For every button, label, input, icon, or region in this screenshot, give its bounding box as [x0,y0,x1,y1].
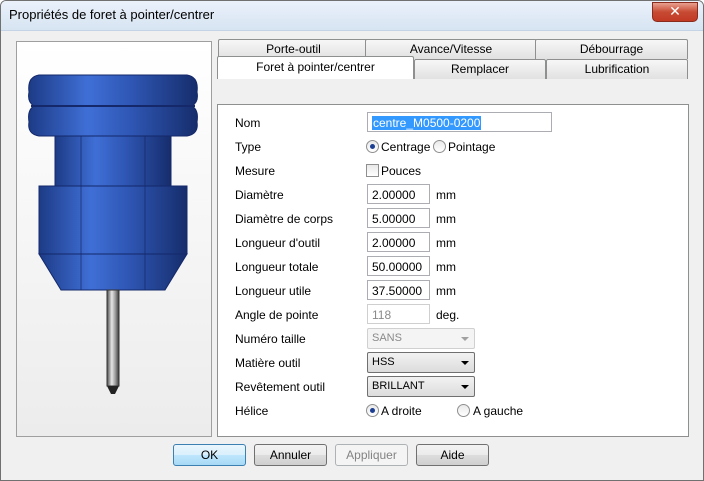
dialog-window: Propriétés de foret à pointer/centrer ✕ [0,0,704,481]
tool-coating-select[interactable]: BRILLANT [367,376,475,397]
chevron-down-icon [461,385,469,389]
tab-lubrification[interactable]: Lubrification [546,59,688,79]
helix-left-radio[interactable] [457,404,470,417]
useful-length-unit: mm [436,284,456,298]
tab-debourrage[interactable]: Débourrage [535,39,688,59]
helix-right-label: A droite [381,404,422,418]
tool-length-label: Longueur d'outil [235,236,321,250]
chevron-down-icon [461,361,469,365]
diameter-input[interactable]: 2.00000 [367,184,430,204]
tool-material-value: HSS [372,356,395,368]
tab-panel: Nom centre_M0500-0200 Type Centrage Poin… [217,104,689,437]
measure-inches-checkbox[interactable] [366,164,379,177]
help-button[interactable]: Aide [416,444,489,466]
ok-button[interactable]: OK [173,444,246,466]
useful-length-input[interactable]: 37.50000 [367,280,430,300]
close-button[interactable]: ✕ [652,2,698,22]
type-centrage-radio[interactable] [366,140,379,153]
type-label: Type [235,140,262,154]
body-diameter-input[interactable]: 5.00000 [367,208,430,228]
window-title: Propriétés de foret à pointer/centrer [9,7,215,22]
point-angle-label: Angle de pointe [235,308,319,322]
size-number-label: Numéro taille [235,332,306,346]
tool-coating-value: BRILLANT [372,380,425,392]
chevron-down-icon [461,337,469,341]
tab-foret-pointer-centrer[interactable]: Foret à pointer/centrer [217,56,414,79]
close-icon: ✕ [669,4,681,20]
point-angle-unit: deg. [436,308,460,322]
measure-label: Mesure [235,164,276,178]
type-pointage-label: Pointage [448,140,496,154]
total-length-input[interactable]: 50.00000 [367,256,430,276]
helix-right-radio[interactable] [366,404,379,417]
type-pointage-radio[interactable] [433,140,446,153]
point-angle-input: 118 [367,304,430,324]
tool-length-unit: mm [436,236,456,250]
tool-material-label: Matière outil [235,356,301,370]
tool-material-select[interactable]: HSS [367,352,475,373]
helix-label: Hélice [235,404,269,418]
name-label: Nom [235,116,261,130]
body-diameter-label: Diamètre de corps [235,212,334,226]
title-bar[interactable]: Propriétés de foret à pointer/centrer ✕ [1,1,703,31]
size-number-select: SANS [367,328,475,349]
tool-preview [16,41,212,437]
helix-left-label: A gauche [473,404,524,418]
tab-remplacer[interactable]: Remplacer [414,59,546,79]
size-number-value: SANS [372,332,402,344]
useful-length-label: Longueur utile [235,284,312,298]
type-centrage-label: Centrage [381,140,431,154]
name-input[interactable]: centre_M0500-0200 [367,112,552,132]
total-length-unit: mm [436,260,456,274]
total-length-label: Longueur totale [235,260,319,274]
body-diameter-unit: mm [436,212,456,226]
tool-coating-label: Revêtement outil [235,380,326,394]
apply-button: Appliquer [335,444,408,466]
measure-inches-label: Pouces [381,164,422,178]
dialog-client: Porte-outil Avance/Vitesse Débourrage Fo… [8,31,697,475]
diameter-unit: mm [436,188,456,202]
diameter-label: Diamètre [235,188,284,202]
cancel-button[interactable]: Annuler [254,444,327,466]
name-value: centre_M0500-0200 [372,116,482,130]
tool-length-input[interactable]: 2.00000 [367,232,430,252]
drill-tool-illustration [28,74,198,394]
